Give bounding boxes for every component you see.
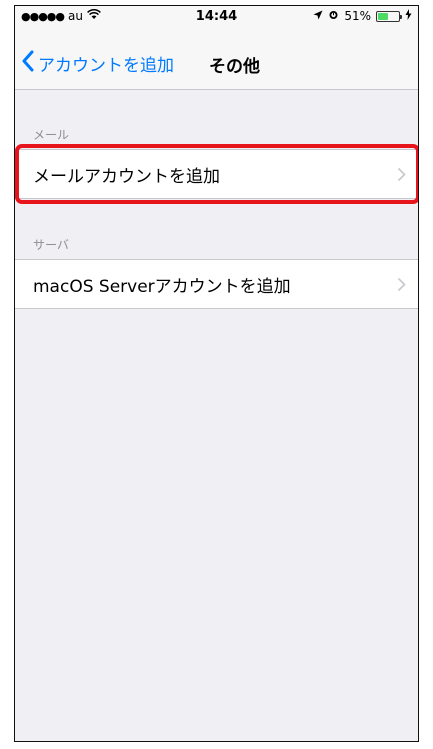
back-button-label: アカウントを追加 [38,56,174,76]
add-macos-server-account-label: macOS Serverアカウントを追加 [33,276,291,297]
add-mail-account-label: メールアカウントを追加 [33,166,220,187]
top-bar: ●●●●● au 14:44 51% アカウントを追加 その他 [15,6,418,90]
charging-bolt-icon [405,9,412,23]
add-mail-account-cell[interactable]: メールアカウントを追加 [15,149,418,199]
battery-icon [376,11,402,22]
chevron-right-icon [397,167,406,187]
location-arrow-icon [313,9,323,23]
navigation-bar: アカウントを追加 その他 [15,46,418,82]
page-title: その他 [209,57,260,77]
alarm-icon [328,9,339,23]
phone-screen: ●●●●● au 14:44 51% アカウントを追加 その他 メール メールア… [14,5,419,742]
section-header-server: サーバ [33,238,69,252]
chevron-right-icon [397,277,406,297]
status-bar: ●●●●● au 14:44 51% [15,6,418,28]
chevron-left-icon [21,50,38,77]
back-button[interactable]: アカウントを追加 [21,50,174,77]
section-header-mail: メール [33,128,70,142]
battery-percent: 51% [344,9,371,23]
add-macos-server-account-cell[interactable]: macOS Serverアカウントを追加 [15,259,418,309]
